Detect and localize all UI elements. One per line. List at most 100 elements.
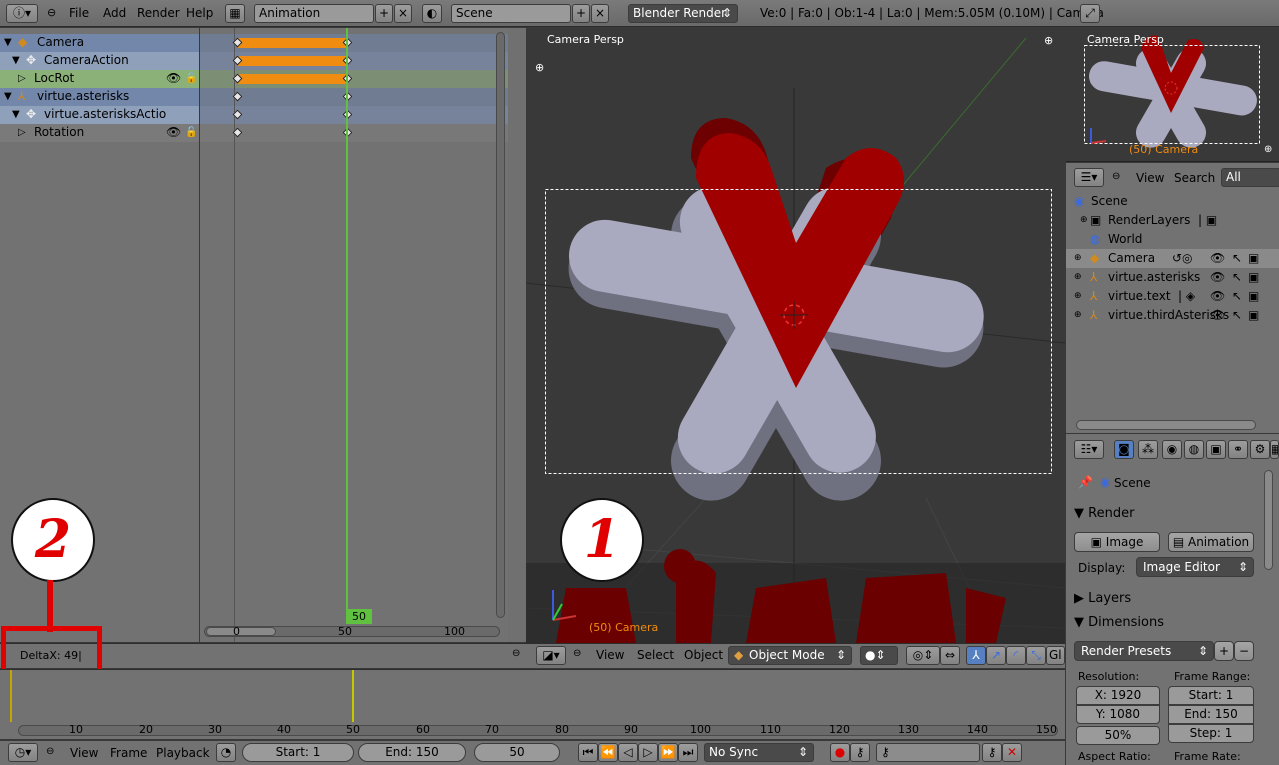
frame-start-field[interactable]: Start: 1 — [1168, 686, 1254, 705]
fullscreen-icon[interactable]: ⤢ — [1080, 4, 1100, 23]
collapse-menu-icon[interactable]: ⊖ — [47, 6, 56, 19]
channel-camera-action[interactable]: ▼ ✥ CameraAction — [0, 52, 199, 70]
screen-layout-field[interactable]: Animation — [254, 4, 374, 23]
manipulator-icon[interactable]: ⇔ — [940, 646, 960, 665]
shading-dropdown[interactable]: ●⇕ — [860, 646, 898, 665]
scene-icon[interactable]: ◐ — [422, 4, 442, 23]
outliner-item-camera[interactable]: ⊕ ◆ Camera ↺◎ 👁 ↖ ▣ — [1066, 249, 1279, 268]
cursor-select-icon[interactable]: ↖ — [1232, 306, 1242, 325]
play-icon[interactable]: ▷ — [638, 743, 658, 762]
outliner-item-world[interactable]: ◍ World — [1066, 230, 1279, 249]
eye-icon[interactable]: 👁 — [1210, 306, 1225, 325]
properties-editor-type-button[interactable]: ☷▾ — [1074, 440, 1104, 459]
transform-orientation-dropdown[interactable]: Gl — [1046, 646, 1065, 665]
timeline-start-field[interactable]: Start: 1 — [242, 743, 354, 762]
lock-icon[interactable]: 🔓 — [185, 70, 197, 87]
scale-icon[interactable]: ⤡ — [1026, 646, 1046, 665]
properties-scrollbar[interactable] — [1264, 470, 1273, 570]
collapse-menu-icon[interactable]: ⊖ — [573, 648, 581, 659]
eye-icon[interactable]: 👁 — [166, 124, 181, 141]
timeline-editor-type-button[interactable]: ◷▾ — [8, 743, 38, 762]
current-frame-line[interactable] — [346, 28, 348, 622]
collapse-triangle-icon[interactable]: ▼ — [12, 52, 20, 69]
outliner-item-virtue-text[interactable]: ⊕ ⅄ virtue.text | ◈ 👁 ↖ ▣ — [1066, 287, 1279, 306]
delete-keyframe-icon[interactable]: ✕ — [1002, 743, 1022, 762]
preview-range-icon[interactable]: ◔ — [216, 743, 236, 762]
render-camera-icon[interactable]: ▣ — [1248, 306, 1259, 325]
lock-icon[interactable]: 🔓 — [185, 124, 197, 141]
outliner-editor-type-button[interactable]: ☰▾ — [1074, 168, 1104, 187]
collapse-menu-icon[interactable]: ⊖ — [512, 648, 520, 659]
cursor-select-icon[interactable]: ↖ — [1232, 249, 1242, 268]
translate-icon[interactable]: ↗ — [986, 646, 1006, 665]
outliner-item-virtue-asterisks[interactable]: ⊕ ⅄ virtue.asterisks 👁 ↖ ▣ — [1066, 268, 1279, 287]
modifiers-tab-icon[interactable]: ⚙ — [1250, 440, 1270, 459]
eye-icon[interactable]: 👁 — [1210, 287, 1225, 306]
resolution-x-field[interactable]: X: 1920 — [1076, 686, 1160, 705]
channel-rotation[interactable]: ▷ Rotation 👁 🔓 — [0, 124, 199, 142]
cursor-select-icon[interactable]: ↖ — [1232, 287, 1242, 306]
outliner-menu-search[interactable]: Search — [1174, 171, 1215, 185]
outliner-item-virtue-thirdasterisks[interactable]: ⊕ ⅄ virtue.thirdAsterisks 👁 ↖ ▣ — [1066, 306, 1279, 325]
display-dropdown[interactable]: Image Editor ⇕ — [1136, 557, 1254, 577]
collapse-triangle-icon[interactable]: ▼ — [4, 34, 12, 51]
frame-end-field[interactable]: End: 150 — [1168, 705, 1254, 724]
expand-icon[interactable]: ⊕ — [1080, 211, 1088, 230]
editor-type-button[interactable]: ◪▾ — [536, 646, 566, 665]
expand-icon[interactable]: ⊕ — [1074, 249, 1082, 268]
timeline-menu-playback[interactable]: Playback — [156, 746, 210, 760]
outliner-item-renderlayers[interactable]: ⊕ ▣ RenderLayers | ▣ — [1066, 211, 1279, 230]
render-animation-button[interactable]: ▤ Animation — [1168, 532, 1254, 552]
render-engine-dropdown[interactable]: Blender Render ⇕ — [628, 4, 738, 23]
collapse-triangle-icon[interactable]: ▼ — [12, 106, 20, 123]
jump-end-icon[interactable]: ⏭ — [678, 743, 698, 762]
keying-set-field[interactable]: ⚷ — [876, 743, 980, 762]
expand-icon[interactable]: ⊕ — [1074, 287, 1082, 306]
channel-virtue-asterisks[interactable]: ▼ ⅄ virtue.asterisks — [0, 88, 199, 106]
vertical-scrollbar[interactable] — [496, 32, 505, 618]
add-screen-icon[interactable]: + — [375, 4, 393, 23]
channel-asterisks-action[interactable]: ▼ ✥ virtue.asterisksActio — [0, 106, 199, 124]
menu-view[interactable]: View — [596, 648, 624, 662]
resolution-y-field[interactable]: Y: 1080 — [1076, 705, 1160, 724]
next-keyframe-icon[interactable]: ⏩ — [658, 743, 678, 762]
menu-select[interactable]: Select — [637, 648, 674, 662]
outliner-menu-view[interactable]: View — [1136, 171, 1164, 185]
current-frame-line[interactable] — [352, 670, 354, 722]
collapse-menu-icon[interactable]: ⊖ — [1112, 171, 1120, 182]
record-icon[interactable]: ● — [830, 743, 850, 762]
render-presets-dropdown[interactable]: Render Presets ⇕ — [1074, 641, 1214, 661]
channel-locrot[interactable]: ▷ LocRot 👁 🔓 — [0, 70, 199, 88]
translate-manipulator-icon[interactable]: ⅄ — [966, 646, 986, 665]
remove-scene-icon[interactable]: × — [591, 4, 609, 23]
sync-mode-dropdown[interactable]: No Sync ⇕ — [704, 743, 814, 762]
render-tab-icon[interactable]: ◙ — [1114, 440, 1134, 459]
current-frame-field[interactable]: 50 — [474, 743, 560, 762]
eye-icon[interactable]: 👁 — [1210, 268, 1225, 287]
expand-triangle-icon[interactable]: ▷ — [18, 124, 26, 141]
expand-triangle-icon[interactable]: ▷ — [18, 70, 26, 87]
eye-icon[interactable]: 👁 — [1210, 249, 1225, 268]
screen-layout-icon[interactable]: ▦ — [225, 4, 245, 23]
render-camera-icon[interactable]: ▣ — [1248, 249, 1259, 268]
render-image-button[interactable]: ▣ Image — [1074, 532, 1160, 552]
pin-icon[interactable]: 📌 — [1078, 475, 1093, 489]
render-camera-icon[interactable]: ▣ — [1248, 287, 1259, 306]
outliner-filter-dropdown[interactable]: All Scenes — [1221, 168, 1279, 187]
world-tab-icon[interactable]: ◍ — [1184, 440, 1204, 459]
jump-start-icon[interactable]: ⏮ — [578, 743, 598, 762]
timeline-menu-view[interactable]: View — [70, 746, 98, 760]
collapse-triangle-icon[interactable]: ▼ — [4, 88, 12, 105]
outliner-item-scene[interactable]: ◉ Scene — [1066, 192, 1279, 211]
play-reverse-icon[interactable]: ◁ — [618, 743, 638, 762]
constraints-tab-icon[interactable]: ⚭ — [1228, 440, 1248, 459]
render-layers-tab-icon[interactable]: ⁂ — [1138, 440, 1158, 459]
mode-dropdown[interactable]: ◆ Object Mode ⇕ — [728, 646, 852, 665]
menu-object[interactable]: Object — [684, 648, 723, 662]
menu-render[interactable]: Render — [137, 6, 180, 20]
current-frame-badge[interactable]: 50 — [346, 609, 372, 624]
add-preset-icon[interactable]: + — [1214, 641, 1234, 661]
eye-icon[interactable]: 👁 — [166, 70, 181, 87]
cursor-select-icon[interactable]: ↖ — [1232, 268, 1242, 287]
timeline-area[interactable]: 10 20 30 40 50 60 70 80 90 100 110 120 1… — [0, 669, 1065, 739]
